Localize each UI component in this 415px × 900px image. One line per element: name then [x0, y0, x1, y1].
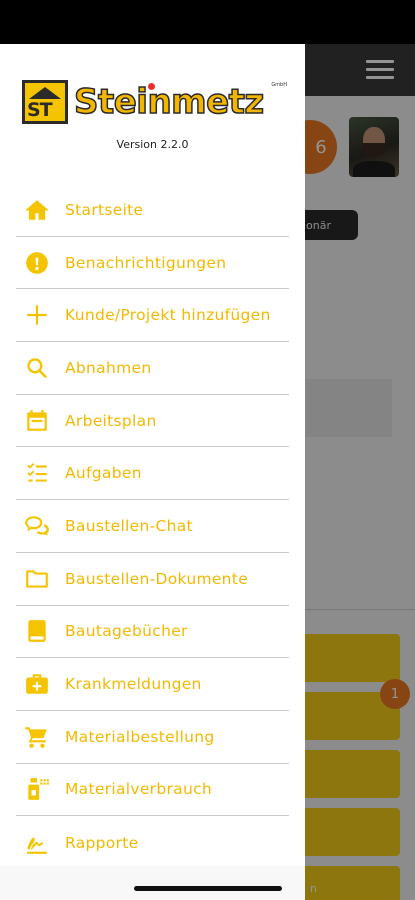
- menu-item-bautagebuecher[interactable]: Bautagebücher: [16, 606, 289, 659]
- medical-kit-icon: [24, 669, 58, 699]
- logo-wordmark: Steinmetz: [73, 81, 265, 123]
- book-icon: [24, 616, 58, 646]
- menu-item-materialbestellung[interactable]: Materialbestellung: [16, 711, 289, 764]
- menu-item-rapporte[interactable]: Rapporte: [16, 816, 289, 869]
- calendar-icon: [24, 406, 58, 436]
- navigation-drawer: ST Steinmetz GmbH Version 2.2.0 Startsei…: [0, 44, 305, 900]
- menu-item-label: Kunde/Projekt hinzufügen: [65, 306, 271, 325]
- menu-item-label: Baustellen-Chat: [65, 516, 193, 535]
- search-icon: [24, 353, 58, 383]
- spray-can-icon: [24, 774, 58, 804]
- menu-item-kunde-projekt[interactable]: Kunde/Projekt hinzufügen: [16, 289, 289, 343]
- menu-item-abnahmen[interactable]: Abnahmen: [16, 342, 289, 395]
- menu-item-krankmeldungen[interactable]: Krankmeldungen: [16, 658, 289, 711]
- cart-icon: [24, 722, 58, 752]
- menu-item-materialverbrauch[interactable]: Materialverbrauch: [16, 764, 289, 817]
- menu-item-label: Arbeitsplan: [65, 411, 157, 430]
- menu-item-label: Baustellen-Dokumente: [65, 569, 249, 588]
- logo-suffix: GmbH: [271, 82, 287, 88]
- menu-item-label: Materialverbrauch: [65, 780, 213, 799]
- menu-item-label: Aufgaben: [65, 464, 142, 483]
- app-version: Version 2.2.0: [116, 138, 189, 151]
- home-indicator[interactable]: [134, 886, 282, 891]
- menu-item-baustellen-chat[interactable]: Baustellen-Chat: [16, 500, 289, 553]
- menu-item-aufgaben[interactable]: Aufgaben: [16, 447, 289, 501]
- menu-item-label: Materialbestellung: [65, 727, 215, 746]
- signature-icon: [24, 828, 58, 858]
- company-logo: ST Steinmetz GmbH: [22, 80, 287, 132]
- drawer-menu: Startseite Benachrichtigungen Kunde/Proj…: [16, 184, 289, 869]
- menu-item-benachrichtigungen[interactable]: Benachrichtigungen: [16, 237, 289, 290]
- menu-item-label: Krankmeldungen: [65, 675, 202, 694]
- bottom-safe-area: [0, 866, 305, 900]
- logo-mark: ST: [22, 80, 68, 124]
- home-icon: [24, 195, 58, 225]
- plus-icon: [24, 300, 58, 330]
- menu-item-baustellen-dokumente[interactable]: Baustellen-Dokumente: [16, 553, 289, 606]
- menu-item-label: Abnahmen: [65, 358, 152, 377]
- alert-circle-icon: [24, 248, 58, 278]
- menu-item-label: Rapporte: [65, 833, 139, 852]
- menu-item-arbeitsplan[interactable]: Arbeitsplan: [16, 395, 289, 448]
- menu-item-label: Bautagebücher: [65, 622, 188, 641]
- folder-icon: [24, 564, 58, 594]
- chat-icon: [24, 511, 58, 541]
- menu-item-label: Benachrichtigungen: [65, 253, 227, 272]
- menu-item-label: Startseite: [65, 200, 144, 219]
- checklist-icon: [24, 458, 58, 488]
- menu-item-startseite[interactable]: Startseite: [16, 184, 289, 237]
